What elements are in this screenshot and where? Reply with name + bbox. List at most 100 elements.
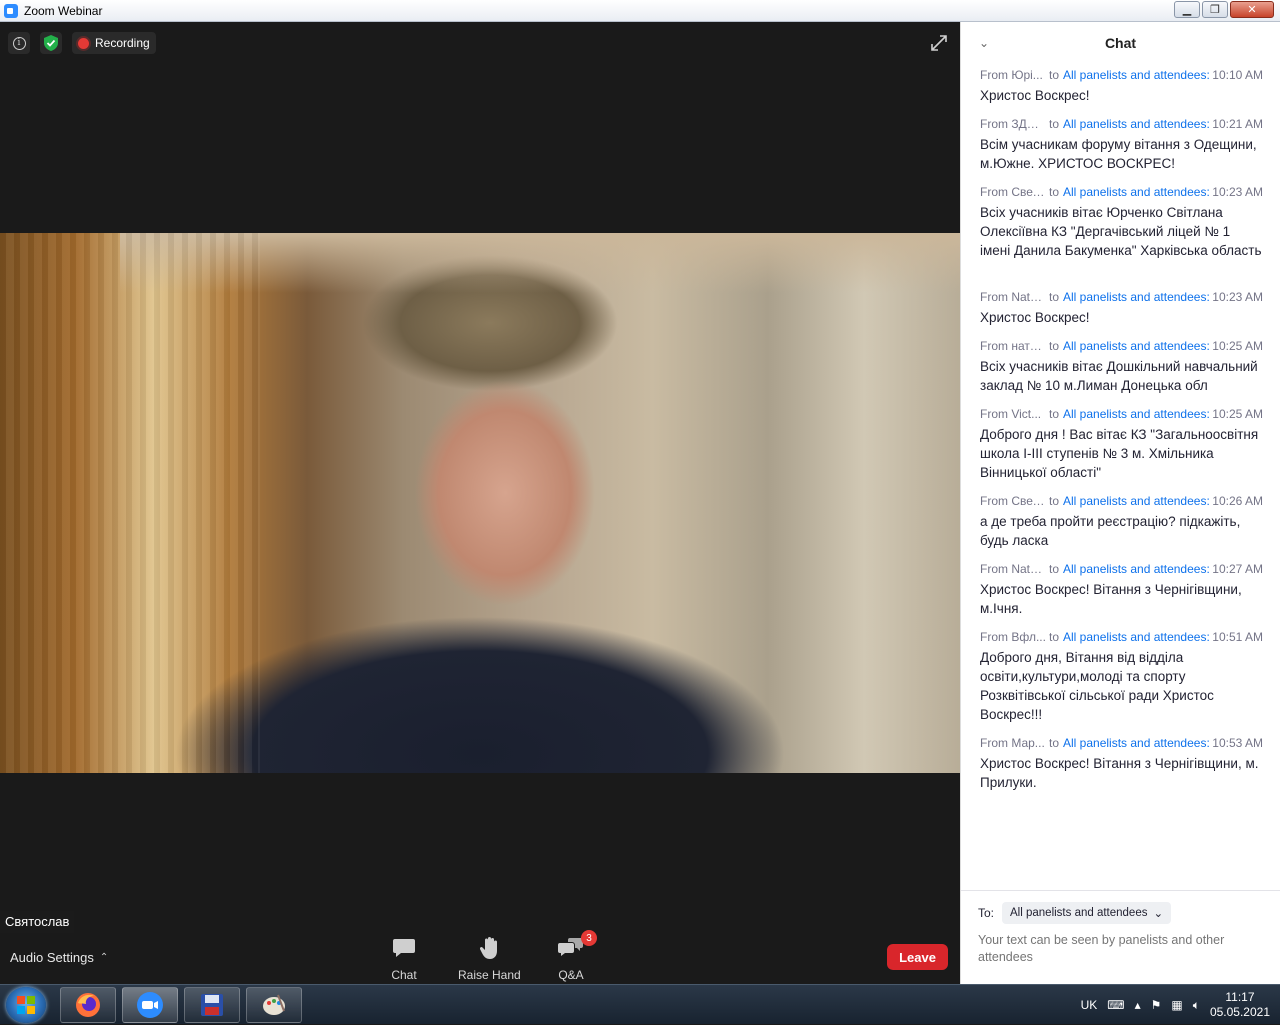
meeting-area: i Recording Святослав Audio Settings ⌃ C… xyxy=(0,22,960,984)
chat-message: From Nata... to All panelists and attendee… xyxy=(961,290,1280,327)
message-sender[interactable]: From Юрі... xyxy=(980,68,1046,82)
message-time: 10:26 AM xyxy=(1212,494,1263,508)
start-button[interactable] xyxy=(6,987,46,1023)
message-sender[interactable]: From Мар... xyxy=(980,736,1046,750)
clock-date: 05.05.2021 xyxy=(1209,1005,1270,1019)
message-text: Христос Воскрес! Вітання з Чернігівщини,… xyxy=(980,756,1259,790)
language-indicator[interactable]: UK xyxy=(1081,998,1098,1012)
zoom-icon xyxy=(137,992,163,1018)
raise-hand-icon xyxy=(475,934,503,962)
message-text: а де треба пройти реєстрацію? підкажіть,… xyxy=(980,514,1241,548)
chat-message: From Свет... to All panelists and attendee… xyxy=(961,185,1280,260)
firefox-icon xyxy=(76,993,100,1017)
security-shield-icon[interactable] xyxy=(40,32,62,54)
message-recipient: All panelists and attendees: xyxy=(1063,630,1210,644)
message-to-word: to xyxy=(1049,117,1060,131)
paint-palette-icon xyxy=(263,994,285,1015)
chat-button[interactable]: Chat xyxy=(390,934,418,982)
audio-settings-label: Audio Settings xyxy=(10,950,94,965)
message-time: 10:23 AM xyxy=(1212,290,1263,304)
window-titlebar: Zoom Webinar ▁ ❐ ✕ xyxy=(0,0,1280,22)
meeting-topbar: i Recording xyxy=(8,32,156,54)
message-sender[interactable]: From Nata... xyxy=(980,562,1046,576)
message-recipient: All panelists and attendees: xyxy=(1063,68,1210,82)
message-to-word: to xyxy=(1049,562,1060,576)
window-controls: ▁ ❐ ✕ xyxy=(1174,1,1274,18)
keyboard-icon[interactable]: ⌨ xyxy=(1107,998,1124,1012)
chat-button-label: Chat xyxy=(391,968,417,982)
message-sender[interactable]: From Vict... xyxy=(980,407,1046,421)
qa-icon: 3 xyxy=(557,930,597,962)
message-text: Всіх учасників вітає Юрченко Світлана Ол… xyxy=(980,205,1262,258)
recording-dot-icon xyxy=(78,37,89,49)
window-title: Zoom Webinar xyxy=(24,3,103,18)
taskbar-paint[interactable] xyxy=(246,987,302,1023)
tray-expand-icon[interactable]: ▴ xyxy=(1135,998,1141,1012)
message-time: 10:53 AM xyxy=(1212,736,1263,750)
message-to-word: to xyxy=(1049,407,1060,421)
windows-taskbar: UK ⌨ ▴ ⚑ ▦ 🔈︎ 11:17 05.05.2021 xyxy=(0,984,1280,1024)
taskbar-clock[interactable]: 11:17 05.05.2021 xyxy=(1210,990,1270,1020)
chat-bubble-icon xyxy=(390,934,418,962)
taskbar-zoom[interactable] xyxy=(122,987,178,1023)
message-text: Христос Воскрес! xyxy=(980,88,1090,103)
message-text: Доброго дня ! Вас вітає КЗ "Загальноосві… xyxy=(980,427,1259,480)
message-sender[interactable]: From Свет... xyxy=(980,185,1046,199)
taskbar-save-app[interactable] xyxy=(184,987,240,1023)
message-text: Христос Воскрес! xyxy=(980,310,1090,325)
zoom-app-icon xyxy=(4,3,18,18)
message-to-word: to xyxy=(1049,736,1060,750)
message-text: Христос Воскрес! Вітання з Чернігівщини,… xyxy=(980,582,1242,616)
meeting-toolbar: Audio Settings ⌃ Chat Raise Hand 3 Q&A L… xyxy=(0,930,960,984)
clock-time: 11:17 xyxy=(1225,990,1255,1004)
message-to-word: to xyxy=(1049,630,1060,644)
meeting-info-icon[interactable]: i xyxy=(8,32,30,54)
message-sender[interactable]: From Nata... xyxy=(980,290,1046,304)
audio-settings-button[interactable]: Audio Settings ⌃ xyxy=(10,950,108,965)
chat-messages[interactable]: From Юрі... to All panelists and attendees… xyxy=(961,68,1280,888)
message-recipient: All panelists and attendees: xyxy=(1063,290,1210,304)
recipient-dropdown-value: All panelists and attendees xyxy=(1010,907,1148,919)
message-time: 10:25 AM xyxy=(1212,407,1263,421)
message-sender[interactable]: From ната... xyxy=(980,339,1046,353)
minimize-button[interactable]: ▁ xyxy=(1174,1,1200,18)
qa-button[interactable]: 3 Q&A xyxy=(557,930,597,982)
message-text: Доброго дня, Вітання від відділа освіти,… xyxy=(980,650,1214,722)
message-recipient: All panelists and attendees: xyxy=(1063,494,1210,508)
taskbar-firefox[interactable] xyxy=(60,987,116,1023)
message-to-word: to xyxy=(1049,339,1060,353)
message-text: Всіх учасників вітає Дошкільний навчальн… xyxy=(980,359,1258,393)
message-sender[interactable]: From ЗДО... xyxy=(980,117,1046,131)
chat-message: From Свет... to All panelists and attendee… xyxy=(961,494,1280,550)
recording-indicator[interactable]: Recording xyxy=(72,32,156,54)
network-icon[interactable]: ▦ xyxy=(1171,998,1182,1012)
chat-message: From Юрі... to All panelists and attendees… xyxy=(961,68,1280,105)
message-time: 10:23 AM xyxy=(1212,185,1263,199)
message-time: 10:51 AM xyxy=(1212,630,1263,644)
message-sender[interactable]: From Свет... xyxy=(980,494,1046,508)
chat-message-input[interactable] xyxy=(978,932,1268,972)
raise-hand-button[interactable]: Raise Hand xyxy=(458,934,521,982)
recording-label: Recording xyxy=(95,36,150,50)
floppy-disk-icon xyxy=(201,994,223,1016)
chevron-up-icon[interactable]: ⌃ xyxy=(100,952,108,963)
chat-message: From ЗДО... to All panelists and attendees… xyxy=(961,117,1280,173)
system-tray: UK ⌨ ▴ ⚑ ▦ 🔈︎ 11:17 05.05.2021 xyxy=(1081,985,1270,1025)
chat-message: From Вфл... to All panelists and attendees… xyxy=(961,630,1280,724)
leave-button[interactable]: Leave xyxy=(887,944,948,970)
message-time: 10:21 AM xyxy=(1212,117,1263,131)
message-text: Всім учасникам форуму вітання з Одещини,… xyxy=(980,137,1257,171)
chat-message: From Vict... to All panelists and attendee… xyxy=(961,407,1280,482)
chevron-down-icon[interactable]: ⌄ xyxy=(979,36,989,50)
action-center-icon[interactable]: ⚑ xyxy=(1151,998,1162,1012)
message-time: 10:10 AM xyxy=(1212,68,1263,82)
chat-recipient-row: To: All panelists and attendees ⌄ xyxy=(978,902,1172,924)
message-to-word: to xyxy=(1049,290,1060,304)
fullscreen-icon[interactable] xyxy=(930,34,948,52)
close-button[interactable]: ✕ xyxy=(1230,1,1274,18)
message-sender[interactable]: From Вфл... xyxy=(980,630,1046,644)
maximize-button[interactable]: ❐ xyxy=(1202,1,1228,18)
windows-logo-icon xyxy=(17,996,35,1014)
volume-icon[interactable]: 🔈︎ xyxy=(1193,998,1200,1013)
recipient-dropdown[interactable]: All panelists and attendees ⌄ xyxy=(1002,902,1172,924)
